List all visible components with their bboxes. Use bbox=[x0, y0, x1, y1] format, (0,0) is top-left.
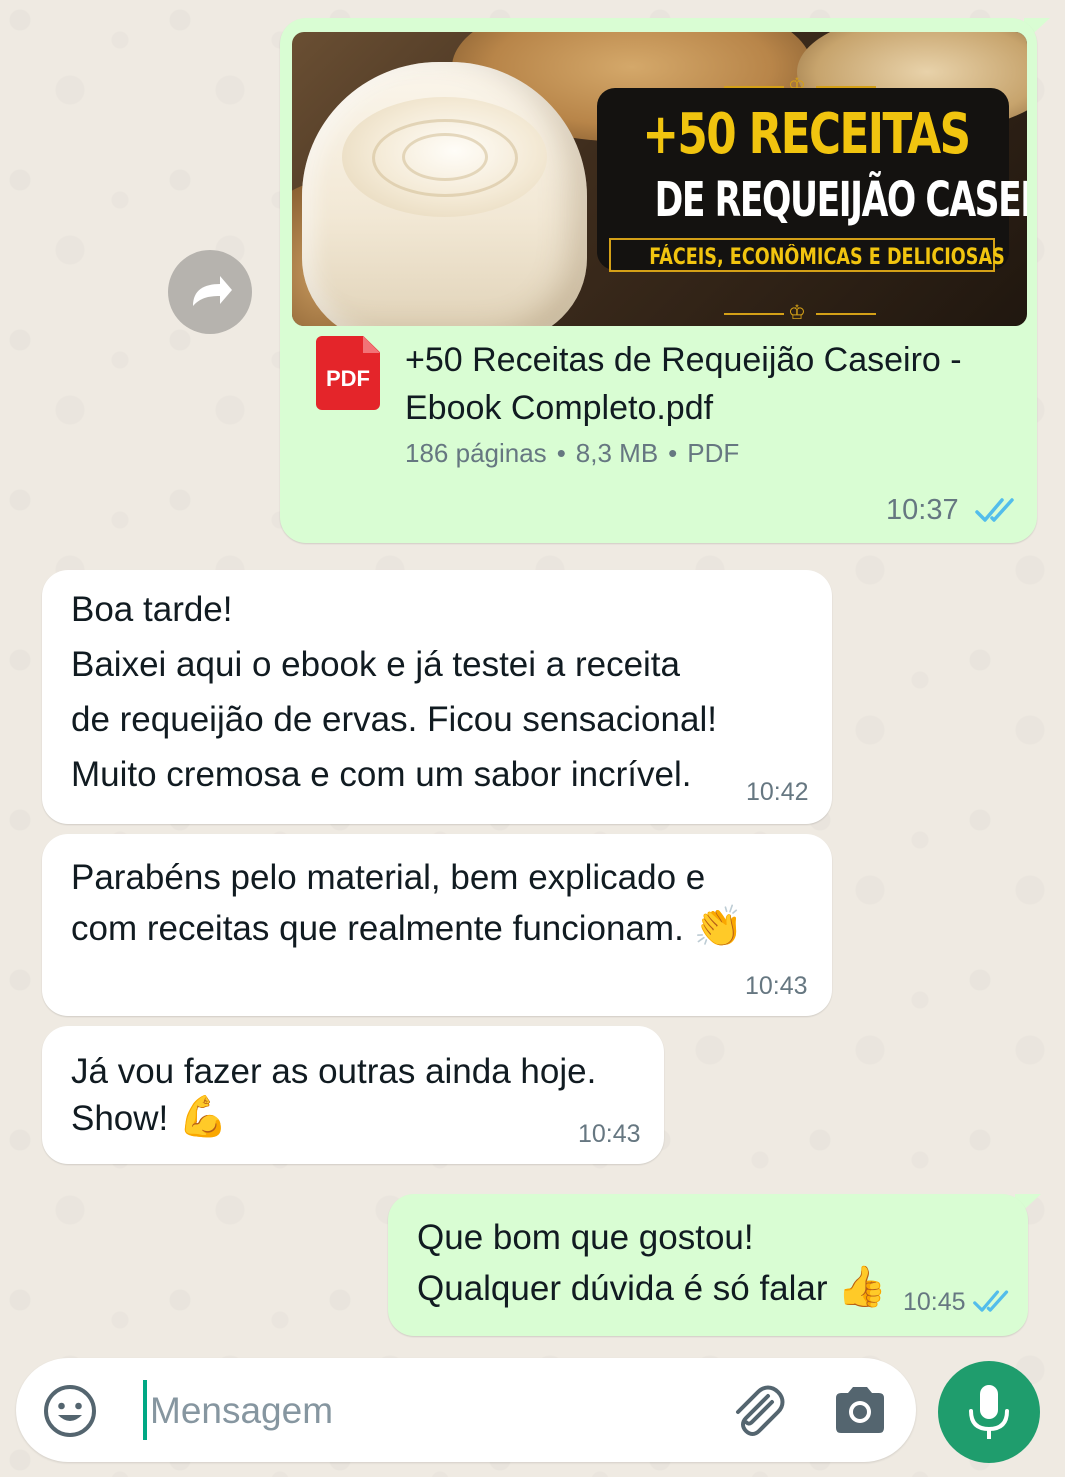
message-time: 10:43 bbox=[745, 972, 808, 1000]
outgoing-message-bubble[interactable]: Que bom que gostou! Qualquer dúvida é só… bbox=[388, 1194, 1028, 1336]
message-line: Que bom que gostou! bbox=[417, 1218, 754, 1257]
ebook-cover-preview[interactable]: ♔ +50 RECEITAS DE REQUEIJÃO CASEIRO FÁCE… bbox=[292, 32, 1027, 326]
divider bbox=[724, 313, 784, 315]
thumbs-up-emoji: 👍 bbox=[837, 1265, 888, 1309]
message-line-text: Qualquer dúvida é só falar bbox=[417, 1269, 828, 1308]
divider bbox=[816, 313, 876, 315]
message-composer bbox=[16, 1358, 916, 1462]
message-line: de requeijão de ervas. Ficou sensacional… bbox=[71, 700, 717, 739]
cream-swirl bbox=[402, 133, 488, 181]
cream-jar-image bbox=[302, 62, 587, 326]
read-ticks-icon bbox=[973, 1290, 1009, 1312]
pdf-icon-label: PDF bbox=[326, 366, 370, 391]
message-line: Parabéns pelo material, bem explicado e bbox=[71, 858, 706, 897]
clapping-hands-emoji: 👏 bbox=[693, 905, 744, 949]
message-line: Boa tarde! bbox=[71, 590, 233, 629]
incoming-message-bubble[interactable]: Parabéns pelo material, bem explicado e … bbox=[42, 834, 832, 1016]
meta-separator: • bbox=[668, 438, 678, 468]
document-message-bubble[interactable]: ♔ +50 RECEITAS DE REQUEIJÃO CASEIRO FÁCE… bbox=[280, 18, 1037, 543]
message-line-text: com receitas que realmente funcionam. bbox=[71, 909, 684, 948]
message-line: Qualquer dúvida é só falar 👍 bbox=[417, 1260, 887, 1316]
cover-title-box: +50 RECEITAS DE REQUEIJÃO CASEIRO FÁCEIS… bbox=[597, 88, 1027, 272]
message-input[interactable] bbox=[144, 1386, 710, 1436]
message-line: com receitas que realmente funcionam. 👏 bbox=[71, 900, 743, 956]
message-time: 10:37 bbox=[886, 494, 959, 526]
file-pages: 186 páginas bbox=[405, 438, 547, 468]
camera-icon[interactable] bbox=[832, 1384, 888, 1436]
message-time: 10:42 bbox=[746, 778, 809, 806]
microphone-icon bbox=[969, 1385, 1009, 1439]
cream-surface bbox=[342, 97, 547, 217]
cover-subtitle-box: FÁCEIS, ECONÔMICAS E DELICIOSAS bbox=[609, 238, 1005, 272]
message-line: Muito cremosa e com um sabor incrível. bbox=[71, 755, 692, 794]
forward-arrow-icon bbox=[193, 276, 232, 306]
emoji-icon[interactable] bbox=[41, 1382, 99, 1440]
message-line-text: Show! bbox=[71, 1099, 169, 1138]
file-meta: 186 páginas • 8,3 MB • PDF bbox=[405, 438, 739, 469]
message-line: Baixei aqui o ebook e já testei a receit… bbox=[71, 645, 680, 684]
cover-title-line2: DE REQUEIJÃO CASEIRO bbox=[654, 172, 1027, 228]
incoming-message-bubble[interactable]: Boa tarde! Baixei aqui o ebook e já test… bbox=[42, 570, 832, 824]
voice-record-button[interactable] bbox=[938, 1361, 1040, 1463]
cover-title-line1: +50 RECEITAS bbox=[642, 102, 971, 167]
file-name[interactable]: +50 Receitas de Requeijão Caseiro - Eboo… bbox=[405, 336, 1005, 432]
flexed-biceps-emoji: 💪 bbox=[178, 1095, 228, 1139]
message-line: Show! 💪 bbox=[71, 1090, 228, 1146]
pdf-file-icon-fold bbox=[363, 336, 380, 353]
meta-separator: • bbox=[556, 438, 566, 468]
paperclip-icon[interactable] bbox=[728, 1382, 786, 1440]
file-type: PDF bbox=[687, 438, 740, 468]
forward-button[interactable] bbox=[168, 250, 252, 334]
chef-hat-icon: ♔ bbox=[788, 302, 806, 324]
message-time: 10:45 bbox=[903, 1288, 966, 1316]
message-time: 10:43 bbox=[578, 1120, 641, 1148]
file-size: 8,3 MB bbox=[575, 438, 659, 468]
incoming-message-bubble[interactable]: Já vou fazer as outras ainda hoje. Show!… bbox=[42, 1026, 664, 1164]
cover-subtitle: FÁCEIS, ECONÔMICAS E DELICIOSAS bbox=[649, 245, 1005, 270]
read-ticks-icon bbox=[975, 498, 1014, 522]
